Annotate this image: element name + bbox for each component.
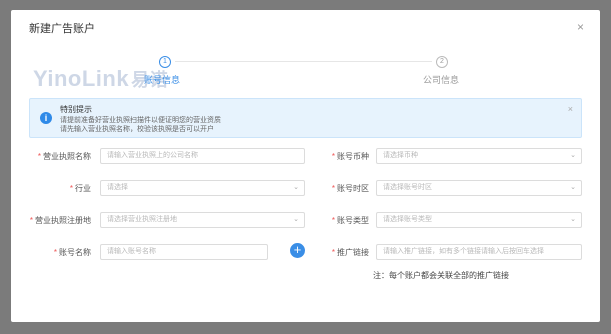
license-registration-label: * 营业执照注册地 [29,216,91,225]
brand-watermark: YinoLink周5出海 [458,301,547,315]
notice-title: 特别提示 [60,105,92,114]
account-name-input[interactable]: 请输入账号名称 [100,244,268,260]
promotion-link-note: 注：每个账户都会关联全部的推广链接 [373,271,509,280]
step-connector [175,61,432,62]
new-ad-account-dialog: 新建广告账户 × YinoLink 易诺 1 2 账号信息 公司信息 i 特别提示… [11,10,600,322]
step-indicator: 1 2 账号信息 公司信息 [11,56,600,96]
notice-banner: i 特别提示 请提前准备好营业执照扫描件以便证明您的营业资质 请先输入营业执照名… [29,98,582,138]
chevron-down-icon: ⌄ [570,152,576,159]
dialog-title: 新建广告账户 [29,23,95,35]
account-type-select[interactable]: 请选择账号类型 ⌄ [376,212,582,228]
industry-label: * 行业 [69,184,91,193]
account-timezone-label: * 账号时区 [331,184,369,193]
step-1-label: 账号信息 [144,75,181,85]
account-type-label: * 账号类型 [331,216,369,225]
chevron-down-icon: ⌄ [570,216,576,223]
step-2-dot: 2 [436,56,448,68]
business-license-name-input[interactable]: 请输入营业执照上的公司名称 [100,148,305,164]
account-timezone-select[interactable]: 请选择账号时区 ⌄ [376,180,582,196]
account-currency-select[interactable]: 请选择币种 ⌄ [376,148,582,164]
account-currency-label: * 账号币种 [331,152,369,161]
close-icon[interactable]: × [577,20,584,34]
promotion-link-input[interactable]: 请输入推广链接，如有多个链接请输入后按回车选择 [376,244,582,260]
notice-close-icon[interactable]: × [568,104,573,114]
step-1-dot: 1 [159,56,171,68]
license-registration-select[interactable]: 请选择营业执照注册地 ⌄ [100,212,305,228]
account-name-label: * 账号名称 [53,248,91,257]
notice-text-2: 请先输入营业执照名称，校验该执照是否可以开户 [60,126,214,133]
promotion-link-label: * 推广链接 [331,248,369,257]
chevron-down-icon: ⌄ [570,184,576,191]
info-icon: i [40,112,52,124]
step-2-label: 公司信息 [423,75,460,85]
business-license-name-label: * 营业执照名称 [37,152,91,161]
wechat-brand-icon [438,302,452,316]
industry-select[interactable]: 请选择 ⌄ [100,180,305,196]
